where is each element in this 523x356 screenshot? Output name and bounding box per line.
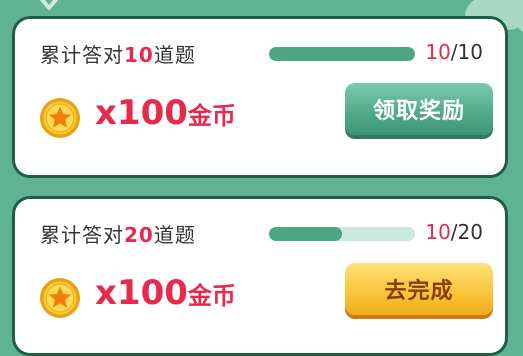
- progress-current: 10: [425, 40, 451, 64]
- progress-bar: [269, 47, 415, 61]
- progress-separator: /: [450, 220, 458, 244]
- task-title-prefix: 累计答对: [40, 43, 124, 67]
- reward-amount: x100金币: [95, 93, 236, 133]
- progress-bar-fill: [269, 47, 415, 61]
- coin-star-icon: [40, 98, 80, 138]
- reward-amount: x100金币: [95, 273, 236, 313]
- progress-bar-fill: [269, 227, 342, 241]
- task-title-number: 10: [124, 43, 154, 67]
- task-card-body: 累计答对10道题 10/10 x100金币 领取奖励: [15, 19, 505, 175]
- coin-star-icon: [40, 278, 80, 318]
- reward-unit: 金币: [187, 102, 236, 130]
- progress-count: 10/10: [425, 40, 483, 64]
- progress-current: 10: [425, 220, 451, 244]
- progress-count: 10/20: [425, 220, 483, 244]
- go-complete-button[interactable]: 去完成: [345, 263, 493, 315]
- reward-value: x100: [95, 93, 188, 133]
- task-title: 累计答对20道题: [40, 219, 196, 248]
- task-title-prefix: 累计答对: [40, 223, 124, 247]
- task-title-suffix: 道题: [153, 43, 196, 67]
- task-title: 累计答对10道题: [40, 39, 196, 68]
- task-card-1: 累计答对10道题 10/10 x100金币 领取奖励: [12, 16, 508, 178]
- claim-reward-button[interactable]: 领取奖励: [345, 83, 493, 135]
- reward-unit: 金币: [187, 282, 236, 310]
- down-arrow-decoration-icon: [39, 0, 59, 10]
- progress-total: 10: [457, 40, 483, 64]
- task-title-suffix: 道题: [153, 223, 196, 247]
- task-card-2: 累计答对20道题 10/20 x100金币 去完成: [12, 196, 508, 356]
- progress-total: 20: [457, 220, 483, 244]
- task-title-number: 20: [124, 223, 154, 247]
- progress-bar: [269, 227, 415, 241]
- reward-value: x100: [95, 273, 188, 313]
- task-card-body: 累计答对20道题 10/20 x100金币 去完成: [15, 199, 505, 353]
- progress-separator: /: [450, 40, 458, 64]
